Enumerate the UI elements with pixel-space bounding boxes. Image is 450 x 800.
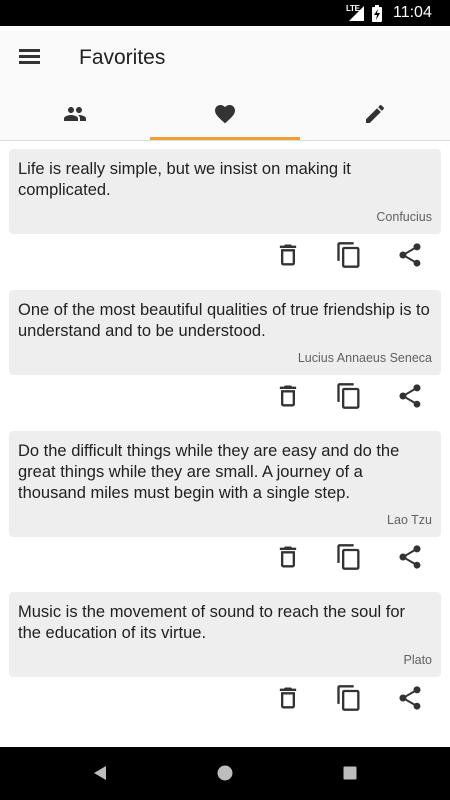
share-icon: [399, 384, 421, 408]
share-icon: [399, 686, 421, 710]
battery-charging-icon: [372, 5, 382, 22]
copy-icon: [337, 544, 360, 570]
quote-author: Lucius Annaeus Seneca: [297, 351, 432, 365]
delete-icon: [279, 546, 297, 568]
quote-author: Confucius: [376, 210, 432, 224]
delete-button[interactable]: [274, 543, 302, 571]
copy-button[interactable]: [335, 241, 363, 269]
tab-favorites[interactable]: [150, 88, 300, 140]
delete-icon: [279, 244, 297, 266]
heart-icon: [215, 105, 235, 124]
tab-people[interactable]: [0, 88, 150, 140]
recents-button[interactable]: [338, 761, 362, 785]
share-icon: [399, 545, 421, 569]
delete-icon: [279, 687, 297, 709]
copy-button[interactable]: [335, 684, 363, 712]
copy-icon: [337, 383, 360, 409]
share-button[interactable]: [396, 382, 424, 410]
delete-button[interactable]: [274, 684, 302, 712]
quote-card: Life is really simple, but we insist on …: [9, 149, 441, 234]
back-icon: [94, 766, 106, 780]
quote-text: Music is the movement of sound to reach …: [18, 603, 406, 642]
home-icon: [217, 765, 233, 781]
home-button[interactable]: [213, 761, 237, 785]
page-title: Favorites: [79, 46, 166, 69]
status-bar: LTE 11:04: [0, 0, 450, 26]
share-button[interactable]: [396, 684, 424, 712]
people-icon: [64, 107, 86, 121]
app-bar: Favorites: [0, 26, 450, 88]
share-icon: [399, 243, 421, 267]
tab-bar: [0, 88, 450, 141]
quote-author: Lao Tzu: [387, 513, 432, 527]
quote-card: One of the most beautiful qualities of t…: [9, 290, 441, 375]
quote-text: Life is really simple, but we insist on …: [18, 160, 351, 199]
quote-text: One of the most beautiful qualities of t…: [18, 301, 430, 340]
hamburger-menu-icon[interactable]: [18, 46, 42, 66]
pencil-icon: [366, 104, 385, 123]
copy-icon: [337, 685, 360, 711]
delete-button[interactable]: [274, 241, 302, 269]
quote-text: Do the difficult things while they are e…: [18, 442, 400, 502]
network-type: LTE: [346, 4, 360, 13]
quote-author: Plato: [403, 653, 433, 667]
copy-button[interactable]: [335, 382, 363, 410]
recents-icon: [343, 766, 357, 780]
share-button[interactable]: [396, 543, 424, 571]
system-nav-bar: [0, 747, 450, 800]
tab-edit[interactable]: [300, 88, 450, 140]
copy-button[interactable]: [335, 543, 363, 571]
quote-list: Life is really simple, but we insist on …: [0, 141, 450, 747]
delete-icon: [279, 385, 297, 407]
quote-card: Music is the movement of sound to reach …: [9, 592, 441, 677]
status-time: 11:04: [393, 4, 432, 21]
active-tab-indicator: [150, 137, 300, 140]
back-button[interactable]: [88, 761, 112, 785]
copy-icon: [337, 242, 360, 268]
share-button[interactable]: [396, 241, 424, 269]
delete-button[interactable]: [274, 382, 302, 410]
quote-card: Do the difficult things while they are e…: [9, 431, 441, 537]
